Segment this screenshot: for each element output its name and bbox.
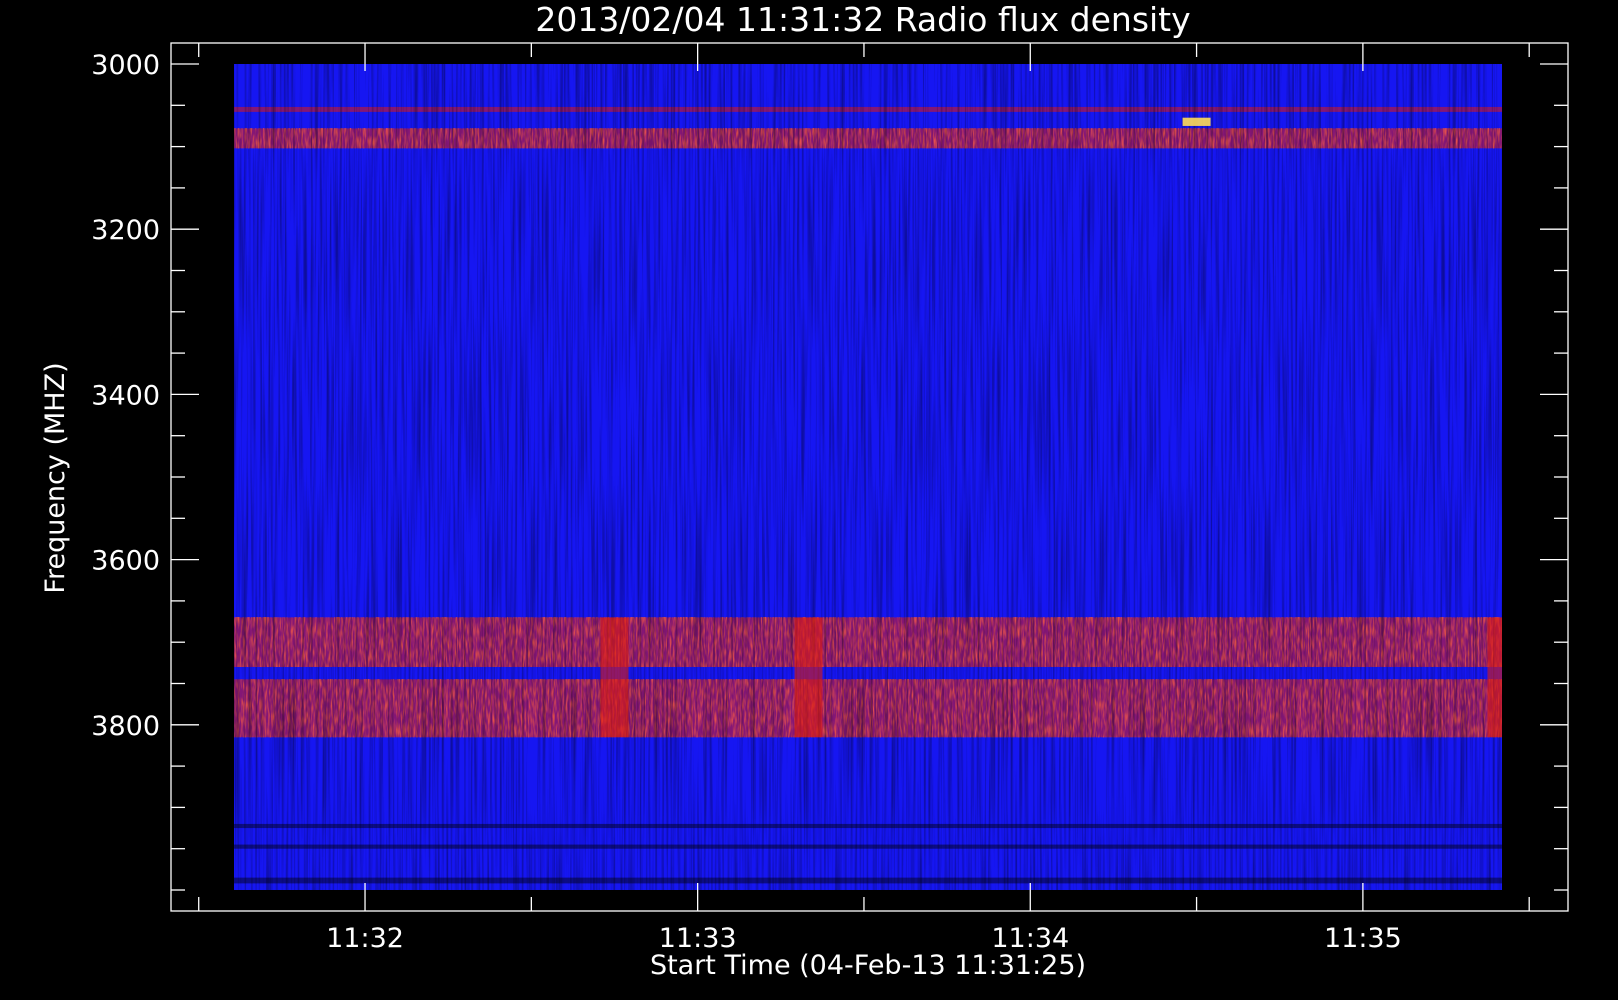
- burst-2: [1182, 117, 1211, 126]
- y-tick-label: 3200: [91, 215, 160, 246]
- y-tick-label: 3600: [91, 546, 160, 577]
- x-tick-label: 11:32: [326, 923, 404, 954]
- x-tick-label: 11:35: [1324, 923, 1402, 954]
- y-tick-label: 3400: [91, 380, 160, 411]
- spectrogram-chart: 2013/02/04 11:31:32 Radio flux density 3…: [40, 0, 1569, 981]
- x-axis-label: Start Time (04-Feb-13 11:31:25): [650, 950, 1086, 981]
- burst-3: [1487, 617, 1502, 738]
- y-tick-label: 3800: [91, 711, 160, 742]
- y-axis-label: Frequency (MHZ): [40, 362, 71, 593]
- y-tick-label: 3000: [91, 50, 160, 81]
- burst-1: [600, 617, 629, 738]
- burst-0: [794, 617, 823, 738]
- heatmap-layer: [234, 64, 1502, 890]
- chart-title: 2013/02/04 11:31:32 Radio flux density: [535, 0, 1190, 39]
- heatmap-stripe-texture: [234, 64, 1502, 890]
